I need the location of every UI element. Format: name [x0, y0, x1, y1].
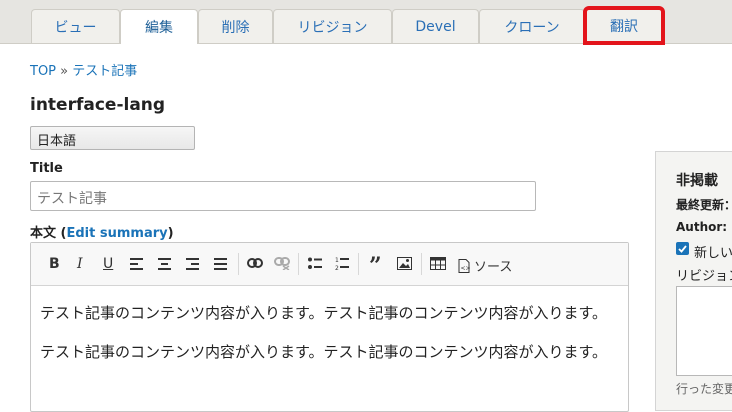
toolbar-separator: [238, 253, 239, 275]
align-center-icon[interactable]: [158, 258, 171, 270]
svg-text:2: 2: [335, 265, 339, 271]
page-title: interface-lang: [30, 95, 166, 115]
tab-clone[interactable]: クローン: [479, 9, 585, 43]
breadcrumb: TOP » テスト記事: [30, 60, 137, 79]
tab-edit[interactable]: 編集: [120, 9, 198, 44]
meta-sidebar: 非掲載 最終更新： Author: 新しい リビジョン 行った変更: [655, 151, 732, 411]
italic-icon[interactable]: I: [77, 256, 83, 272]
publish-status: 非掲載: [676, 173, 718, 189]
tab-view[interactable]: ビュー: [31, 9, 120, 43]
revision-log-label: リビジョン: [676, 269, 732, 284]
bold-icon[interactable]: B: [49, 256, 60, 272]
toolbar-separator: [421, 253, 422, 275]
image-icon[interactable]: [397, 257, 412, 270]
last-updated-label: 最終更新：: [676, 198, 732, 212]
content-paragraph: テスト記事のコンテンツ内容が入ります。テスト記事のコンテンツ内容が入ります。: [40, 343, 608, 361]
tab-devel[interactable]: Devel: [392, 9, 479, 43]
breadcrumb-current-link[interactable]: テスト記事: [72, 64, 137, 79]
blockquote-icon[interactable]: ”: [369, 255, 382, 277]
new-revision-label: 新しい: [694, 246, 732, 261]
title-input[interactable]: テスト記事: [30, 181, 536, 211]
breadcrumb-home-link[interactable]: TOP: [30, 64, 56, 79]
revision-log-textarea[interactable]: [676, 286, 732, 376]
body-label-text: 本文: [30, 226, 57, 241]
content-paragraph: テスト記事のコンテンツ内容が入ります。テスト記事のコンテンツ内容が入ります。: [40, 304, 608, 322]
svg-text:1: 1: [335, 257, 339, 264]
tab-translate[interactable]: 翻訳: [583, 6, 665, 45]
author-label: Author:: [676, 220, 728, 234]
edit-summary-paren-close: ): [167, 226, 174, 241]
revision-log-description: 行った変更: [676, 382, 732, 396]
local-tasks-tabs: ビュー 編集 削除 リビジョン Devel クローン 翻訳: [0, 0, 732, 45]
underline-icon[interactable]: U: [103, 256, 113, 272]
numbered-list-icon[interactable]: 12: [335, 256, 349, 271]
unlink-icon[interactable]: [274, 257, 290, 270]
body-label: 本文 (Edit summary): [30, 222, 174, 241]
new-revision-checkbox[interactable]: [676, 242, 689, 255]
edit-summary-link[interactable]: Edit summary: [67, 226, 168, 241]
bulleted-list-icon[interactable]: [308, 257, 322, 270]
source-icon: <>: [458, 258, 471, 273]
source-button[interactable]: <> ソース: [458, 256, 512, 275]
align-left-icon[interactable]: [130, 258, 143, 270]
toolbar-separator: [358, 253, 359, 275]
tab-delete[interactable]: 削除: [198, 9, 273, 43]
editor-content[interactable]: テスト記事のコンテンツ内容が入ります。テスト記事のコンテンツ内容が入ります。 テ…: [31, 302, 628, 364]
language-select[interactable]: 日本語: [30, 126, 195, 150]
title-label: Title: [30, 161, 63, 176]
body-editor: B I U 12 ” <> ソース テスト記事のコンテンツ内容が入ります。テスト…: [30, 242, 629, 412]
breadcrumb-separator: »: [60, 64, 69, 79]
svg-text:<>: <>: [461, 265, 471, 272]
align-right-icon[interactable]: [186, 258, 199, 270]
source-label: ソース: [474, 260, 513, 275]
tab-revisions[interactable]: リビジョン: [273, 9, 392, 43]
table-icon[interactable]: [430, 257, 446, 270]
align-justify-icon[interactable]: [214, 258, 227, 270]
editor-toolbar: B I U 12 ” <> ソース: [31, 243, 628, 286]
link-icon[interactable]: [247, 258, 263, 268]
toolbar-separator: [298, 253, 299, 275]
